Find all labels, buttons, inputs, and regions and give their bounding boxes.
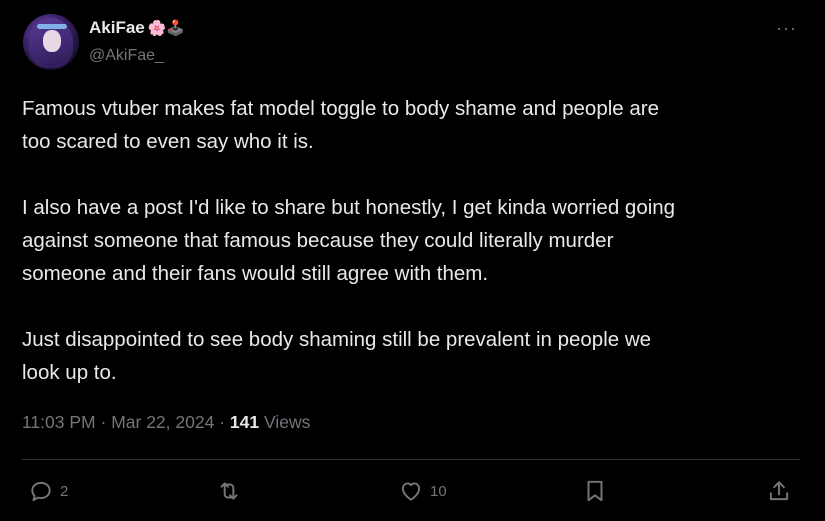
tweet-meta: 11:03 PM · Mar 22, 2024 · 141 Views	[22, 412, 310, 433]
repost-icon	[220, 482, 238, 500]
name-emojis: 🌸🕹️	[147, 19, 186, 37]
avatar[interactable]	[23, 14, 79, 70]
meta-separator: ·	[100, 412, 107, 432]
reply-icon	[31, 481, 51, 502]
tweet-time[interactable]: 11:03 PM	[22, 412, 96, 432]
like-count: 10	[430, 482, 447, 500]
avatar-face	[43, 30, 61, 52]
divider	[22, 459, 800, 460]
reply-button[interactable]: 2	[28, 478, 68, 504]
more-options-icon[interactable]: ···	[776, 18, 797, 39]
like-button[interactable]: 10	[398, 478, 447, 504]
bookmark-button[interactable]	[582, 478, 608, 504]
avatar-headband	[37, 24, 67, 29]
display-name[interactable]: AkiFae	[89, 18, 145, 38]
views-label: Views	[263, 412, 311, 432]
meta-separator: ·	[219, 412, 226, 432]
tweet-text: Famous vtuber makes fat model toggle to …	[22, 97, 676, 384]
share-button[interactable]	[766, 478, 792, 504]
like-icon	[401, 482, 421, 501]
tweet-date[interactable]: Mar 22, 2024	[111, 412, 214, 432]
reply-count: 2	[60, 482, 69, 500]
author-name-row[interactable]: AkiFae 🌸🕹️	[89, 18, 185, 38]
user-handle[interactable]: @AkiFae_	[89, 47, 164, 65]
views-count: 141	[229, 412, 260, 432]
bookmark-icon	[587, 480, 603, 502]
repost-button[interactable]	[216, 478, 248, 504]
share-icon	[769, 481, 789, 501]
